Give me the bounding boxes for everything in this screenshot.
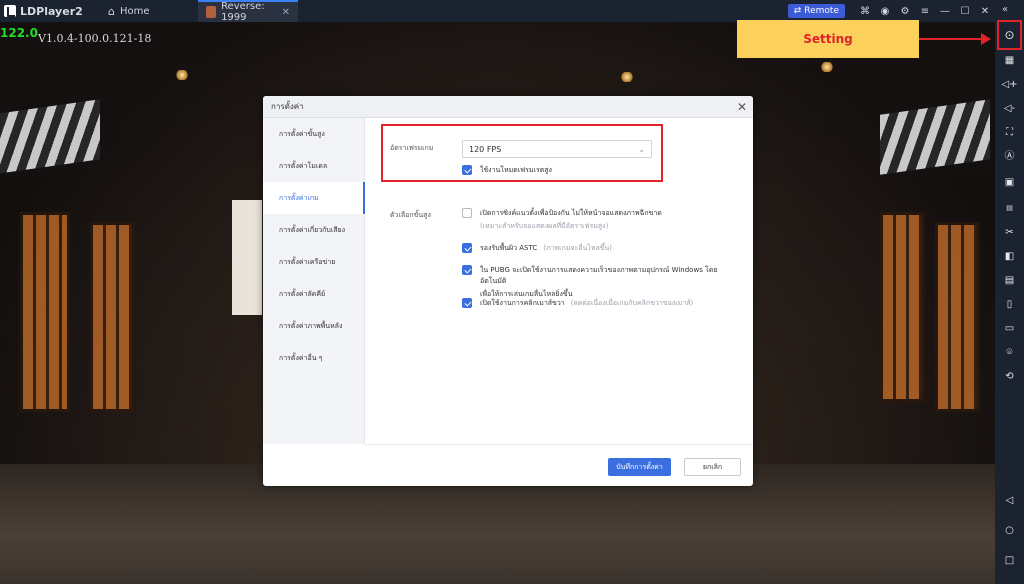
settings-nav: การตั้งค่าขั้นสูง การตั้งค่าโมเดล การตั้…	[263, 118, 365, 444]
window-left-1	[20, 212, 70, 412]
tab-game[interactable]: Reverse: 1999 ✕	[198, 0, 298, 23]
vsync-option[interactable]: เปิดการซิงค์แนวตั้งเพื่อป้องกัน ไม่ให้หน…	[462, 208, 742, 232]
lamp-2	[620, 72, 634, 82]
vsync-checkbox[interactable]	[462, 208, 472, 218]
recent-apps-icon[interactable]: □	[1001, 554, 1018, 568]
settings-highlight-box	[997, 20, 1022, 50]
expand-icon[interactable]: «	[1002, 4, 1008, 15]
nav-item-audio[interactable]: การตั้งค่าเกี่ยวกับเสียง	[263, 214, 364, 246]
remote-label: Remote	[804, 6, 839, 16]
version-text: V1.0.4-100.0.121-18	[38, 32, 152, 45]
window-left-2	[90, 222, 135, 412]
lamp-1	[175, 70, 189, 80]
tab-game-label: Reverse: 1999	[221, 1, 265, 23]
remote-button[interactable]: ⇄ Remote	[787, 4, 845, 18]
fps-icon[interactable]: ▤	[1001, 201, 1018, 215]
right-click-hint: (ลดต่อเนื่องเมื่อเกมกับคลิกขวาของเมาส์)	[570, 299, 694, 307]
fullscreen-icon[interactable]: ⛶	[1001, 126, 1018, 140]
back-icon[interactable]: ◁	[1001, 494, 1018, 508]
close-icon[interactable]: ✕	[975, 6, 995, 17]
pubg-option[interactable]: ใน PUBG จะเปิดใช้งานการแสดงความเร็วของภา…	[462, 265, 742, 300]
nav-item-shortcuts[interactable]: การตั้งค่าลัดคีย์	[263, 278, 364, 310]
gear-icon[interactable]: ⚙	[895, 6, 915, 17]
nav-item-model[interactable]: การตั้งค่าโมเดล	[263, 150, 364, 182]
awning-left	[0, 99, 100, 175]
ldplayer-logo-icon	[4, 5, 16, 17]
nav-item-game[interactable]: การตั้งค่าเกม	[263, 182, 365, 214]
nav-item-other[interactable]: การตั้งค่าอื่น ๆ	[263, 342, 364, 374]
pubg-label: ใน PUBG จะเปิดใช้งานการแสดงความเร็วของภา…	[480, 266, 718, 285]
folder-icon[interactable]: ▭	[1001, 322, 1018, 336]
multi-instance-icon[interactable]: ◧	[1001, 250, 1018, 264]
apk-icon[interactable]: ▤	[1001, 274, 1018, 288]
astc-option[interactable]: รองรับพื้นผิว ASTC (ภาพเกมจะลื่นไหลขึ้น)	[462, 243, 742, 254]
callout-arrow	[919, 33, 991, 45]
remote-icon: ⇄	[793, 6, 802, 16]
keyboard-icon[interactable]: ▦	[1001, 54, 1018, 68]
nav-item-network[interactable]: การตั้งค่าเครือข่าย	[263, 246, 364, 278]
screenshot-icon[interactable]: ▣	[1001, 176, 1018, 190]
right-toolbar: « ⊙ ▦ ◁+ ◁- ⛶ Ⓐ ▣ ▤ ✂ ◧ ▤ ▯ ▭ ⌾ ⟲ ◁ ○ □	[995, 0, 1024, 584]
cancel-button[interactable]: ยกเลิก	[684, 458, 741, 476]
tab-home-label: Home	[119, 5, 150, 17]
title-bar: LDPlayer2 ⌂ Home Reverse: 1999 ✕ ⇄ Remot…	[0, 0, 1024, 23]
fps-counter: 122.0	[0, 26, 38, 40]
right-click-label: เปิดใช้งานการคลิกเมาส์ขวา	[480, 299, 565, 307]
maximize-icon[interactable]: ☐	[955, 6, 975, 17]
setting-callout: Setting	[737, 20, 919, 58]
window-right-1	[880, 212, 925, 402]
sign-letter-shape	[232, 200, 262, 315]
gamepad-icon[interactable]: ⌘	[855, 6, 875, 17]
astc-checkbox[interactable]	[462, 243, 472, 253]
setting-callout-label: Setting	[803, 32, 853, 46]
awning-right	[880, 99, 990, 175]
pubg-checkbox[interactable]	[462, 265, 472, 275]
right-click-option[interactable]: เปิดใช้งานการคลิกเมาส์ขวา (ลดต่อเนื่องเม…	[462, 298, 742, 309]
volume-up-icon[interactable]: ◁+	[1001, 78, 1018, 92]
dialog-close-icon[interactable]: ✕	[731, 100, 753, 114]
home-icon: ⌂	[108, 4, 115, 18]
astc-hint: (ภาพเกมจะลื่นไหลขึ้น)	[543, 244, 613, 252]
dialog-footer: บันทึกการตั้งค่า ยกเลิก	[365, 444, 753, 486]
astc-label: รองรับพื้นผิว ASTC	[480, 244, 538, 252]
minimize-icon[interactable]: —	[935, 6, 955, 17]
save-settings-button[interactable]: บันทึกการตั้งค่า	[608, 458, 671, 476]
scissors-icon[interactable]: ✂	[1001, 226, 1018, 240]
home-circle-icon[interactable]: ○	[1001, 524, 1018, 538]
auto-click-icon[interactable]: Ⓐ	[1001, 150, 1018, 164]
game-thumbnail-icon	[206, 6, 217, 18]
volume-down-icon[interactable]: ◁-	[1001, 102, 1018, 116]
vsync-label: เปิดการซิงค์แนวตั้งเพื่อป้องกัน ไม่ให้หน…	[480, 209, 662, 217]
nav-item-wallpaper[interactable]: การตั้งค่าภาพพื้นหลัง	[263, 310, 364, 342]
vsync-sublabel: (เหมาะสำหรับจอแสดงผลที่มีอัตราเฟรมสูง)	[480, 222, 609, 230]
lamp-3	[820, 62, 834, 72]
account-icon[interactable]: ◉	[875, 6, 895, 17]
dialog-title: การตั้งค่า	[271, 102, 304, 111]
app-logo: LDPlayer2	[0, 5, 100, 18]
dialog-header: การตั้งค่า ✕	[263, 96, 753, 118]
fps-highlight-box	[381, 124, 663, 182]
nav-item-advanced[interactable]: การตั้งค่าขั้นสูง	[263, 118, 364, 150]
location-icon[interactable]: ⌾	[1001, 346, 1018, 360]
advanced-options-label: ตัวเลือกขั้นสูง	[390, 211, 431, 219]
right-click-checkbox[interactable]	[462, 298, 472, 308]
app-name: LDPlayer2	[20, 4, 83, 18]
shake-icon[interactable]: ▯	[1001, 298, 1018, 312]
window-right-2	[935, 222, 980, 412]
rotate-icon[interactable]: ⟲	[1001, 370, 1018, 384]
tab-home[interactable]: ⌂ Home	[100, 0, 198, 22]
tab-close-icon[interactable]: ✕	[282, 7, 290, 18]
menu-icon[interactable]: ≡	[915, 6, 935, 17]
